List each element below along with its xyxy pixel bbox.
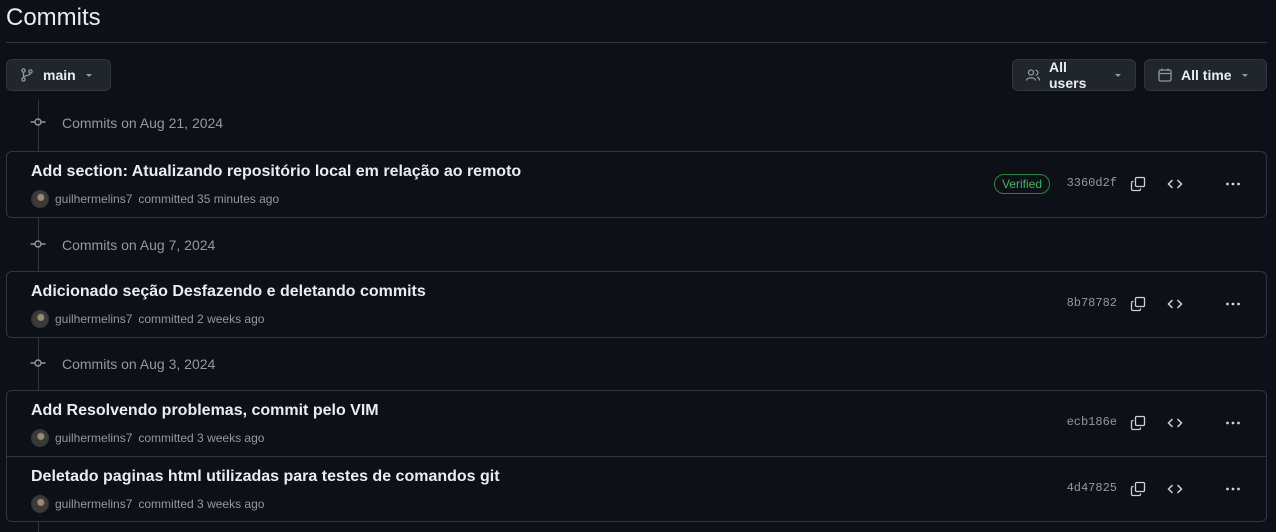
commit-time: committed 3 weeks ago <box>138 497 265 511</box>
commit-title-link[interactable]: Add section: Atualizando repositório loc… <box>31 163 521 181</box>
page-title: Commits <box>6 4 101 31</box>
commit-sha-link[interactable]: ecb186e <box>1067 415 1117 429</box>
title-divider <box>6 42 1267 43</box>
code-icon[interactable] <box>1163 477 1187 501</box>
time-filter-label: All time <box>1181 67 1232 83</box>
commit-author-link[interactable]: guilhermelins7 <box>55 431 132 445</box>
commit-meta: guilhermelins7 committed 2 weeks ago <box>31 310 264 328</box>
timeline-connector <box>38 521 39 532</box>
copy-icon[interactable] <box>1126 477 1150 501</box>
commit-list: Add Resolvendo problemas, commit pelo VI… <box>6 390 1267 522</box>
branch-label: main <box>43 67 76 83</box>
commit-meta: guilhermelins7 committed 3 weeks ago <box>31 495 264 513</box>
commit-row: Add Resolvendo problemas, commit pelo VI… <box>7 391 1266 456</box>
code-icon[interactable] <box>1163 411 1187 435</box>
commit-group-header: Commits on Aug 21, 2024 <box>30 113 223 133</box>
commit-time: committed 35 minutes ago <box>138 192 280 206</box>
chevron-down-icon <box>1113 70 1123 80</box>
commit-row: Adicionado seção Desfazendo e deletando … <box>7 272 1266 337</box>
commit-author-link[interactable]: guilhermelins7 <box>55 497 132 511</box>
git-branch-icon <box>19 67 35 83</box>
avatar[interactable] <box>31 495 49 513</box>
commit-author-link[interactable]: guilhermelins7 <box>55 312 132 326</box>
commit-title-link[interactable]: Deletado paginas html utilizadas para te… <box>31 468 500 486</box>
users-filter-label: All users <box>1049 59 1087 91</box>
time-filter-button[interactable]: All time <box>1144 59 1267 91</box>
users-filter-button[interactable]: All users <box>1012 59 1136 91</box>
avatar[interactable] <box>31 310 49 328</box>
commit-title-link[interactable]: Add Resolvendo problemas, commit pelo VI… <box>31 402 379 420</box>
kebab-horizontal-icon[interactable] <box>1221 172 1245 196</box>
commit-sha-link[interactable]: 3360d2f <box>1067 176 1117 190</box>
commit-group-date: Commits on Aug 7, 2024 <box>62 237 216 253</box>
chevron-down-icon <box>84 70 94 80</box>
commit-group-header: Commits on Aug 7, 2024 <box>30 235 215 255</box>
commit-group-date: Commits on Aug 21, 2024 <box>62 115 224 131</box>
people-icon <box>1025 67 1041 83</box>
commit-row: Add section: Atualizando repositório loc… <box>7 152 1266 217</box>
kebab-horizontal-icon[interactable] <box>1221 477 1245 501</box>
commit-sha-link[interactable]: 8b78782 <box>1067 296 1117 310</box>
copy-icon[interactable] <box>1126 172 1150 196</box>
commit-list: Adicionado seção Desfazendo e deletando … <box>6 271 1267 338</box>
copy-icon[interactable] <box>1126 292 1150 316</box>
code-icon[interactable] <box>1163 292 1187 316</box>
commit-time: committed 2 weeks ago <box>138 312 265 326</box>
kebab-horizontal-icon[interactable] <box>1221 411 1245 435</box>
kebab-horizontal-icon[interactable] <box>1221 292 1245 316</box>
branch-selector-button[interactable]: main <box>6 59 111 91</box>
avatar[interactable] <box>31 190 49 208</box>
copy-icon[interactable] <box>1126 411 1150 435</box>
commit-row: Deletado paginas html utilizadas para te… <box>7 456 1266 521</box>
commit-title-link[interactable]: Adicionado seção Desfazendo e deletando … <box>31 283 426 301</box>
verified-badge[interactable]: Verified <box>993 174 1050 194</box>
commit-group-header: Commits on Aug 3, 2024 <box>30 354 215 374</box>
commit-author-link[interactable]: guilhermelins7 <box>55 192 132 206</box>
code-icon[interactable] <box>1163 172 1187 196</box>
calendar-icon <box>1157 67 1173 83</box>
commit-meta: guilhermelins7 committed 3 weeks ago <box>31 429 264 447</box>
commit-sha-link[interactable]: 4d47825 <box>1067 481 1117 495</box>
chevron-down-icon <box>1240 70 1250 80</box>
commit-list: Add section: Atualizando repositório loc… <box>6 151 1267 218</box>
git-commit-icon <box>30 355 46 374</box>
commit-time: committed 3 weeks ago <box>138 431 265 445</box>
git-commit-icon <box>30 236 46 255</box>
commit-group-date: Commits on Aug 3, 2024 <box>62 356 216 372</box>
git-commit-icon <box>30 114 46 133</box>
avatar[interactable] <box>31 429 49 447</box>
commit-meta: guilhermelins7 committed 35 minutes ago <box>31 190 279 208</box>
